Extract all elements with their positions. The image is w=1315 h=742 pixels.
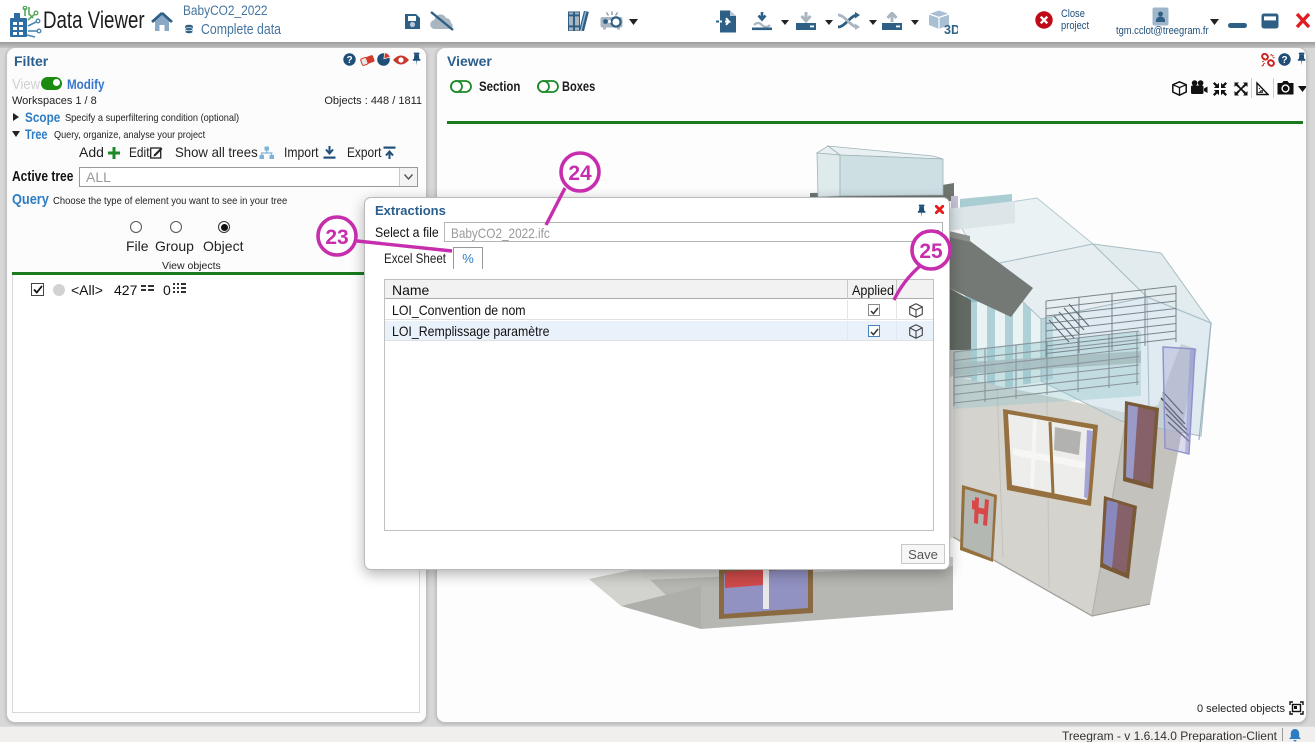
svg-text:?: ? (346, 55, 352, 66)
svg-text:3D: 3D (944, 23, 958, 36)
